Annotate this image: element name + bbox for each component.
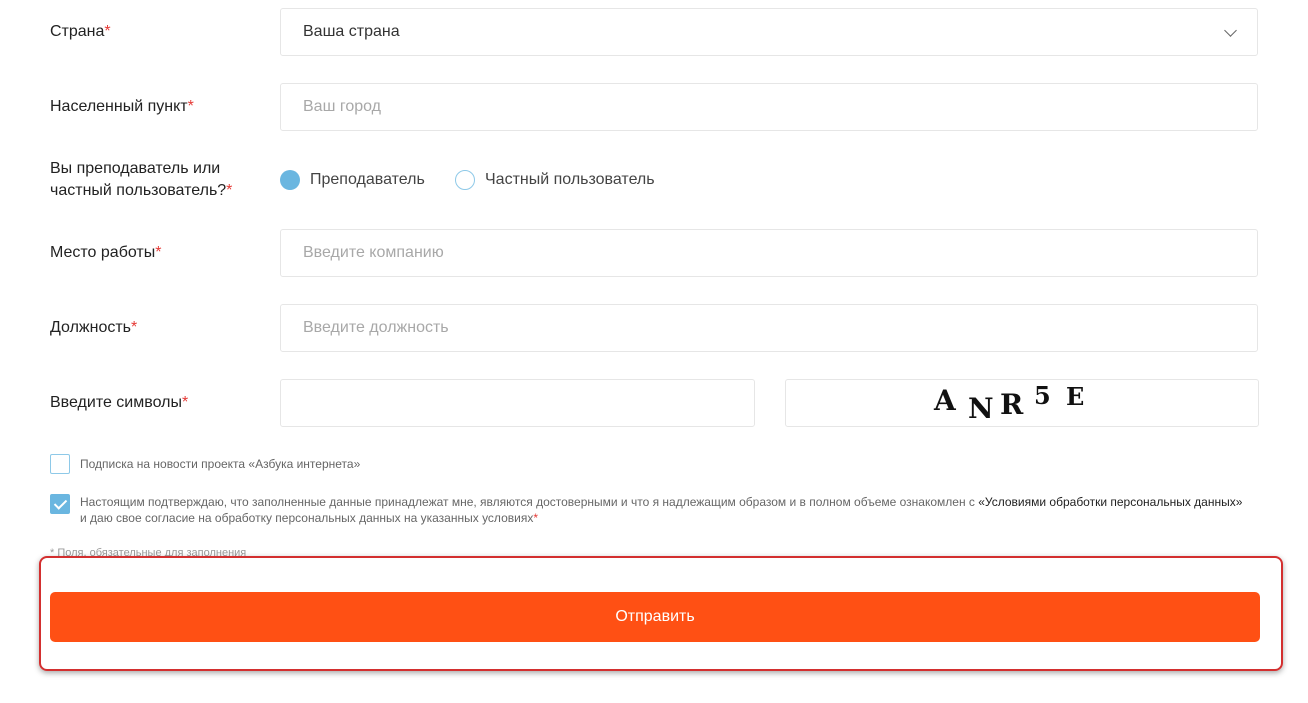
newsletter-label[interactable]: Подписка на новости проекта «Азбука инте… (80, 456, 360, 472)
captcha-label-text: Введите символы (50, 394, 182, 411)
position-input[interactable]: Введите должность (280, 304, 1258, 352)
required-mark: * (104, 23, 111, 40)
city-label-text: Населенный пункт (50, 98, 188, 115)
country-select-value: Ваша страна (303, 23, 400, 40)
radio-private-user-label[interactable]: Частный пользователь (485, 170, 655, 190)
role-label: Вы преподаватель или частный пользовател… (50, 158, 232, 202)
captcha-char: R (1000, 388, 1024, 421)
city-label: Населенный пункт* (50, 96, 194, 118)
chevron-down-icon (1224, 24, 1237, 37)
position-input-placeholder: Введите должность (303, 319, 449, 336)
required-mark: * (226, 182, 233, 199)
consent-checkbox[interactable] (50, 494, 70, 514)
required-mark: * (181, 394, 189, 411)
required-mark: * (187, 98, 194, 115)
consent-text-before: Настоящим подтверждаю, что заполненные д… (80, 495, 979, 509)
position-label: Должность* (50, 317, 137, 339)
position-label-text: Должность (50, 319, 131, 336)
personal-data-terms-link[interactable]: «Условиями обработки персональных данных… (978, 495, 1242, 509)
workplace-input[interactable]: Введите компанию (280, 229, 1258, 277)
city-input-placeholder: Ваш город (303, 98, 382, 115)
workplace-input-placeholder: Введите компанию (303, 244, 444, 261)
consent-text: Настоящим подтверждаю, что заполненные д… (80, 494, 1260, 526)
workplace-label-text: Место работы (50, 244, 156, 261)
captcha-char: A (934, 384, 956, 417)
submit-button[interactable]: Отправить (50, 592, 1260, 642)
captcha-char: N (968, 392, 994, 425)
newsletter-checkbox[interactable] (50, 454, 70, 474)
consent-text-after: и даю свое согласие на обработку персона… (80, 511, 534, 525)
radio-teacher[interactable] (280, 170, 300, 190)
required-mark: * (155, 244, 162, 261)
captcha-char: 5 (1034, 381, 1051, 410)
required-fields-footnote: * Поля, обязательные для заполнения (50, 547, 247, 556)
radio-private-user[interactable] (455, 170, 475, 190)
required-mark: * (131, 319, 138, 336)
workplace-label: Место работы* (50, 242, 161, 264)
radio-teacher-label[interactable]: Преподаватель (310, 170, 425, 190)
country-label: Страна* (50, 21, 111, 43)
country-select[interactable]: Ваша страна (280, 8, 1258, 56)
captcha-image: A N R 5 E (785, 379, 1259, 427)
captcha-label: Введите символы* (50, 392, 188, 414)
captcha-char: E (1066, 382, 1085, 411)
role-label-line1: Вы преподаватель или (50, 160, 221, 177)
required-mark: * (533, 511, 538, 525)
role-label-line2: частный пользователь? (50, 182, 227, 199)
country-label-text: Страна (50, 23, 105, 40)
captcha-input[interactable] (280, 379, 755, 427)
city-input[interactable]: Ваш город (280, 83, 1258, 131)
